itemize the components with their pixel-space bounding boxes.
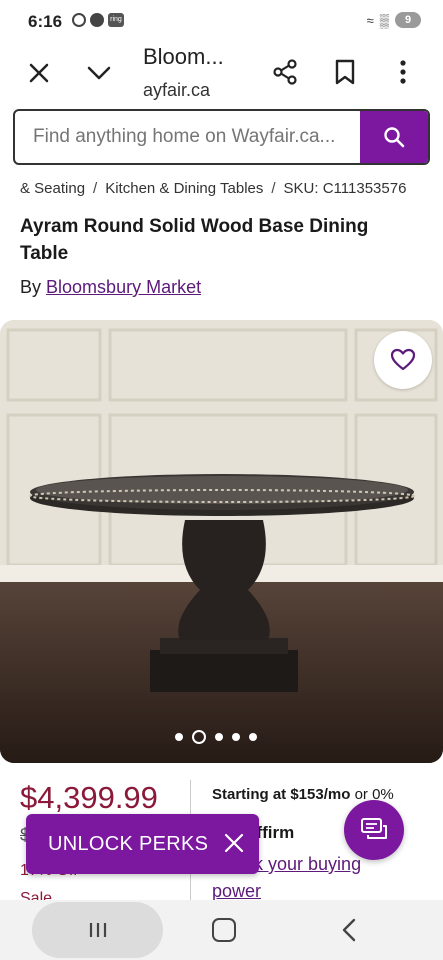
gallery-dot[interactable] bbox=[175, 733, 183, 741]
unlock-perks-label: UNLOCK PERKS bbox=[48, 832, 209, 855]
notification-c-icon bbox=[72, 13, 86, 27]
search-bar bbox=[13, 109, 430, 165]
search-icon bbox=[384, 127, 405, 148]
signal-icon: ▒ bbox=[379, 12, 389, 28]
wifi-icon: ≈ bbox=[366, 12, 374, 28]
financing-monthly: Starting at $153/mo bbox=[212, 786, 351, 803]
breadcrumb-sku: SKU: C111353576 bbox=[283, 180, 407, 197]
battery-indicator: 9 bbox=[395, 12, 421, 28]
dining-table-photo bbox=[0, 320, 443, 763]
facebook-icon bbox=[90, 13, 104, 27]
page-title: Bloom... bbox=[143, 44, 224, 69]
by-label: By bbox=[20, 277, 42, 297]
unlock-perks-banner[interactable]: UNLOCK PERKS bbox=[26, 814, 259, 874]
brand-line: By Bloomsbury Market bbox=[20, 277, 201, 298]
back-icon[interactable] bbox=[338, 916, 360, 944]
share-icon[interactable] bbox=[271, 58, 299, 86]
gallery-pagination bbox=[175, 730, 257, 744]
gallery-dot-active[interactable] bbox=[192, 730, 206, 744]
recent-apps-icon bbox=[89, 923, 106, 937]
close-icon[interactable] bbox=[26, 60, 52, 86]
bookmark-icon[interactable] bbox=[332, 58, 358, 86]
browser-toolbar: Bloom... ayfair.ca bbox=[0, 44, 443, 106]
chevron-down-icon[interactable] bbox=[86, 60, 112, 86]
chat-button[interactable] bbox=[344, 800, 404, 860]
status-time: 6:16 bbox=[28, 12, 63, 31]
breadcrumb-item[interactable]: Kitchen & Dining Tables bbox=[105, 180, 263, 197]
product-image[interactable] bbox=[0, 320, 443, 763]
chat-icon bbox=[361, 818, 387, 839]
gallery-dot[interactable] bbox=[232, 733, 240, 741]
close-icon[interactable] bbox=[223, 832, 245, 854]
breadcrumb: & Seating / Kitchen & Dining Tables / SKU: C… bbox=[20, 180, 406, 197]
breadcrumb-item[interactable]: & Seating bbox=[20, 180, 85, 197]
gallery-dot[interactable] bbox=[215, 733, 223, 741]
gallery-dot[interactable] bbox=[249, 733, 257, 741]
search-button[interactable] bbox=[360, 111, 428, 163]
breadcrumb-separator: / bbox=[271, 180, 276, 197]
page-url: ayfair.ca bbox=[143, 80, 211, 100]
recent-apps-button[interactable] bbox=[32, 902, 163, 958]
more-vert-icon[interactable] bbox=[393, 58, 413, 86]
system-nav-bar bbox=[0, 900, 443, 960]
battery-level: 9 bbox=[404, 14, 412, 26]
brand-link[interactable]: Bloomsbury Market bbox=[46, 277, 201, 297]
product-price: $4,399.99 bbox=[20, 780, 158, 815]
ring-icon: ring bbox=[108, 13, 124, 27]
home-button[interactable] bbox=[212, 918, 236, 942]
status-bar: 6:16 ring ≈ ▒ 9 bbox=[0, 0, 443, 44]
search-input[interactable] bbox=[15, 111, 360, 163]
status-notification-icons: ring bbox=[72, 13, 124, 27]
favorite-button[interactable] bbox=[374, 331, 432, 389]
product-title: Ayram Round Solid Wood Base Dining Table bbox=[20, 216, 369, 264]
status-system-icons: ≈ ▒ 9 bbox=[367, 12, 421, 28]
heart-icon bbox=[390, 348, 416, 371]
breadcrumb-separator: / bbox=[93, 180, 98, 197]
